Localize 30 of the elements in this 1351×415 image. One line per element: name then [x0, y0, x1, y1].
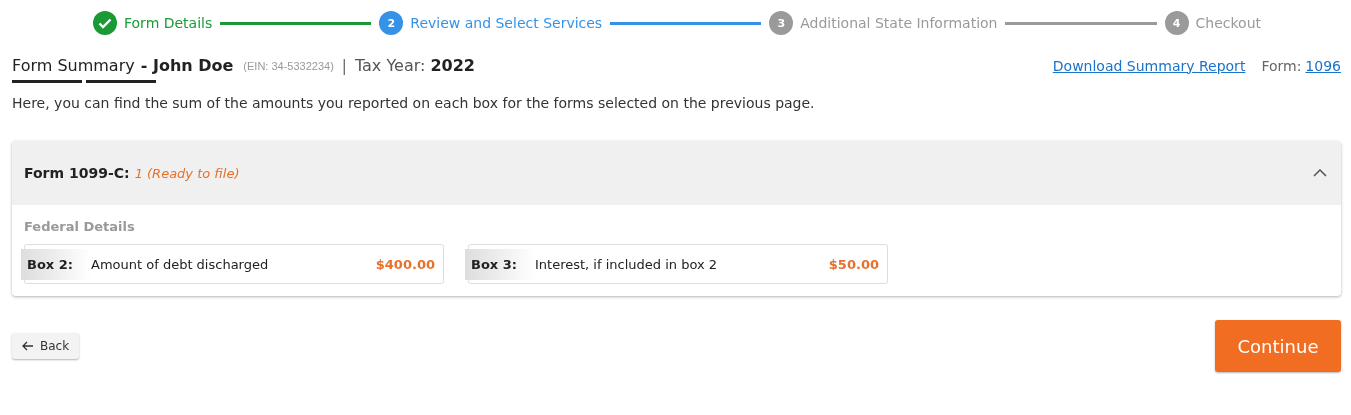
section-title: Federal Details	[24, 219, 136, 234]
step-label: Checkout	[1195, 15, 1261, 31]
chevron-icon[interactable]	[1313, 169, 1327, 177]
card-title: Form 1099-C:	[24, 165, 130, 181]
check-icon	[93, 11, 117, 35]
step-label: Review and Select Services	[410, 15, 603, 31]
back-button[interactable]: Back	[12, 333, 80, 359]
step-number: 2	[379, 11, 404, 35]
box-amount: $50.00	[828, 256, 880, 272]
ein-text: (EIN: 34-5332234)	[243, 59, 334, 72]
download-link[interactable]: Download Summary Report	[1052, 57, 1246, 74]
card-status: 1 (Ready to file)	[134, 165, 240, 181]
box-description: Interest, if included in box 2	[535, 256, 719, 272]
card-header[interactable]: Form 1099-C: 1 (Ready to file)	[12, 141, 1341, 205]
page-title: Form Summary	[12, 56, 135, 75]
step-label: Form Details	[124, 15, 213, 31]
tax-year-label: Tax Year:	[354, 56, 426, 75]
form-link[interactable]: 1096	[1305, 57, 1341, 74]
step-label: Additional State Information	[800, 15, 998, 31]
step-number: 3	[769, 11, 794, 35]
taxpayer-name: - John Doe	[140, 56, 234, 75]
arrow-left-icon	[22, 341, 34, 351]
step-number: 4	[1164, 11, 1189, 35]
continue-button[interactable]: Continue	[1215, 320, 1341, 372]
intro-text: Here, you can find the sum of the amounts you reported on each box for the forms selected on the previous page.	[11, 94, 816, 111]
separator: |	[341, 56, 347, 75]
form-label: Form:	[1261, 57, 1302, 74]
box-description: Amount of debt discharged	[91, 256, 270, 272]
box-amount: $400.00	[375, 256, 436, 272]
tax-year-value: 2022	[430, 56, 475, 75]
